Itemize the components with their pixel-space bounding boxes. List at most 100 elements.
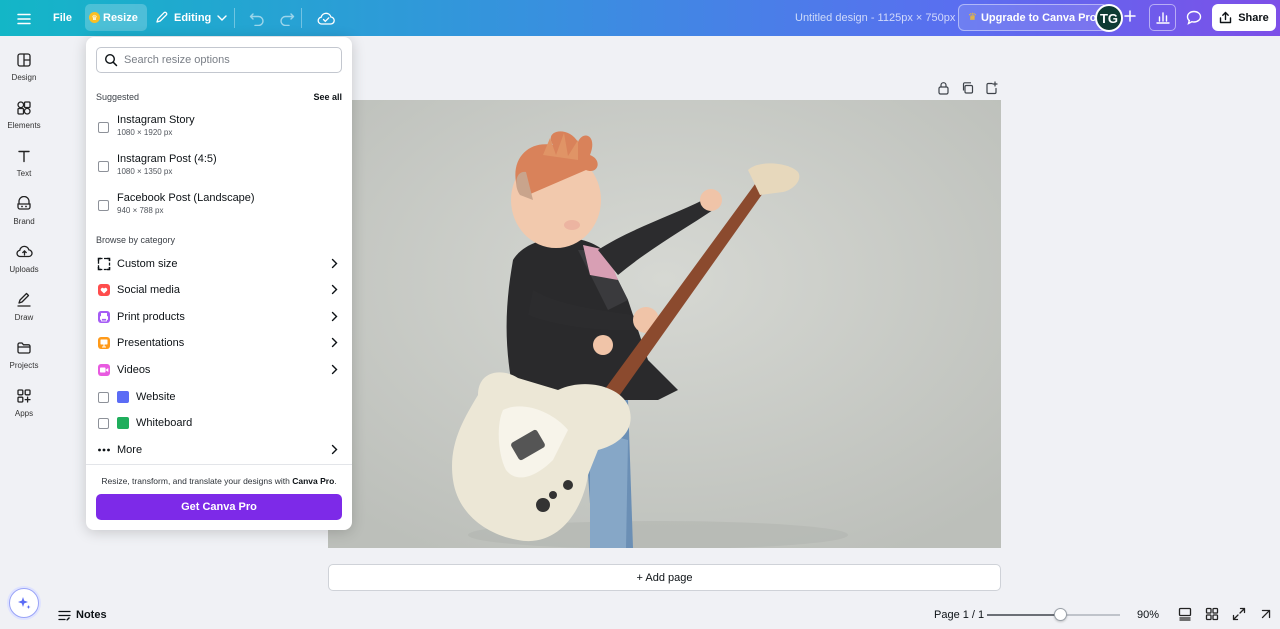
top-bar: File ♛ Resize Editing Untitled design - … [0,0,1280,36]
share-button[interactable]: Share [1212,4,1276,31]
resize-search-box[interactable] [96,47,342,73]
suggested-item-size: 1080 × 1350 px [117,167,173,176]
category-label: Print products [117,311,185,323]
page-indicator[interactable]: Page 1 / 1 [934,609,984,621]
see-all-link[interactable]: See all [313,92,342,102]
document-title[interactable]: Untitled design - 1125px × 750px [795,12,955,24]
upgrade-button[interactable]: ♛ Upgrade to Canva Pro [958,4,1108,31]
lock-page-button[interactable] [937,81,950,100]
category-website[interactable]: Website [86,384,352,410]
chevron-right-icon [331,444,338,455]
category-label: Whiteboard [136,417,193,429]
rail-label: Projects [9,361,39,370]
checkbox[interactable] [98,392,109,403]
user-avatar[interactable]: TG [1095,4,1123,32]
suggested-item-size: 940 × 788 px [117,206,164,215]
panel-divider [86,464,352,465]
magic-assistant-button[interactable] [9,588,39,618]
chevron-down-icon [217,14,227,21]
duplicate-page-button[interactable] [961,81,974,100]
chevron-right-icon [331,284,338,295]
editing-mode-button[interactable]: Editing [148,4,234,31]
grid-view-button[interactable] [1205,607,1219,626]
apps-icon [17,389,31,403]
category-label: Website [136,391,176,403]
suggested-item[interactable]: Facebook Post (Landscape) 940 × 788 px [86,188,352,222]
rail-item-projects[interactable]: Projects [0,338,48,382]
resize-button[interactable]: ♛ Resize [85,4,147,31]
category-whiteboard[interactable]: Whiteboard [86,410,352,436]
add-page-icon [986,81,998,95]
rail-label: Brand [13,217,35,226]
checkbox[interactable] [98,418,109,429]
rail-label: Text [16,169,32,178]
text-icon [18,150,30,163]
category-label: Custom size [117,258,178,270]
checkbox[interactable] [98,161,109,172]
category-videos[interactable]: Videos [86,357,352,383]
more-dots-icon [98,448,110,452]
bar-chart-icon [1155,12,1170,24]
redo-button[interactable] [272,5,302,32]
resize-panel: Suggested See all Instagram Story 1080 ×… [86,37,352,530]
zoom-slider-thumb[interactable] [1053,608,1067,621]
get-canva-pro-button[interactable]: Get Canva Pro [96,494,342,520]
print-icon [98,311,110,323]
category-custom-size[interactable]: Custom size [86,251,352,277]
comments-button[interactable] [1182,5,1206,29]
help-button[interactable] [1259,607,1273,626]
search-icon [104,53,118,67]
add-collaborator-button[interactable] [1122,6,1138,27]
category-social-media[interactable]: Social media [86,277,352,303]
suggested-item[interactable]: Instagram Post (4:5) 1080 × 1350 px [86,149,352,183]
insights-button[interactable] [1149,4,1176,31]
add-page-icon-button[interactable] [985,81,998,100]
cloud-upload-icon [15,245,33,258]
suggested-item-size: 1080 × 1920 px [117,128,173,137]
add-page-button[interactable]: + Add page [328,564,1001,591]
zoom-level[interactable]: 90% [1137,609,1159,621]
comment-icon [1186,10,1202,25]
category-presentations[interactable]: Presentations [86,330,352,356]
fullscreen-button[interactable] [1232,607,1246,626]
rail-item-draw[interactable]: Draw [0,290,48,334]
rail-item-design[interactable]: Design [0,50,48,94]
checkbox[interactable] [98,200,109,211]
pen-icon [17,292,31,307]
category-more[interactable]: More [86,437,352,463]
cloud-save-button[interactable] [310,5,342,32]
rail-item-uploads[interactable]: Uploads [0,242,48,286]
suggested-item-name: Instagram Story [117,114,195,126]
folder-icon [17,342,31,354]
page-view-icon [1178,607,1192,621]
chevron-right-icon [331,337,338,348]
main-menu-button[interactable] [10,5,38,32]
undo-button[interactable] [242,5,272,32]
undo-icon [249,12,264,26]
suggested-item[interactable]: Instagram Story 1080 × 1920 px [86,110,352,144]
lock-icon [938,82,949,95]
rail-item-apps[interactable]: Apps [0,386,48,430]
rail-item-text[interactable]: Text [0,146,48,190]
category-label: More [117,444,143,456]
rail-item-elements[interactable]: Elements [0,98,48,142]
category-label: Videos [117,364,151,376]
social-media-icon [98,284,110,296]
left-rail: Design Elements Text Brand Uploads Draw … [0,36,48,629]
category-print-products[interactable]: Print products [86,304,352,330]
website-icon [117,391,129,403]
rail-label: Elements [7,121,41,130]
chevron-right-icon [331,364,338,375]
canva-pro-brand: Canva Pro [292,476,335,486]
layout-icon [17,53,31,67]
brand-icon [17,196,31,210]
rail-label: Design [11,73,37,82]
design-canvas[interactable] [328,100,1001,548]
browse-heading: Browse by category [96,235,176,245]
resize-search-input[interactable] [124,54,324,66]
checkbox[interactable] [98,122,109,133]
notes-button[interactable]: Notes [58,606,107,624]
rail-item-brand[interactable]: Brand [0,194,48,238]
page-view-button[interactable] [1178,607,1192,626]
file-menu-button[interactable]: File [46,4,79,31]
